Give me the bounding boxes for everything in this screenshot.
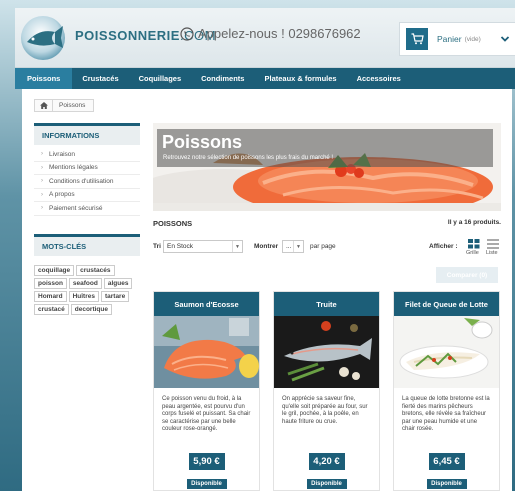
chevron-right-icon: ›: [41, 191, 43, 198]
banner-caption: Poissons Retrouvez notre sélection de po…: [157, 129, 493, 167]
phone-text: Appelez-nous ! 0298676962: [198, 26, 361, 41]
phone-contact: Appelez-nous ! 0298676962: [180, 26, 361, 41]
stock-badge: Disponible: [186, 479, 227, 489]
cart-label: Panier: [437, 34, 462, 44]
tag-homard[interactable]: Homard: [34, 291, 67, 302]
chevron-right-icon: ›: [41, 151, 43, 158]
product-card-truite[interactable]: Truite On apprécie sa saveur fine, qu'el…: [273, 291, 380, 491]
product-card-lotte[interactable]: Filet de Queue de Lotte La queue de lott…: [393, 291, 500, 491]
cart-icon-box: [406, 28, 428, 50]
nav-item-condiments[interactable]: Condiments: [191, 68, 254, 89]
category-banner: Poissons Retrouvez notre sélection de po…: [153, 123, 501, 211]
cart-icon: [411, 33, 424, 45]
chevron-right-icon: ›: [41, 205, 43, 212]
tag-crustaces[interactable]: crustacés: [76, 265, 115, 276]
nav-item-crustaces[interactable]: Crustacés: [72, 68, 128, 89]
brand-main: POISSONNERIE: [75, 28, 180, 43]
per-page-label: par page: [310, 243, 336, 250]
product-price: 4,20 €: [308, 453, 345, 470]
stock-badge: Disponible: [426, 479, 467, 489]
banner-title: Poissons: [162, 132, 243, 152]
product-price: 5,90 €: [188, 453, 225, 470]
info-link-label: Paiement sécurisé: [49, 204, 103, 212]
tags-block-title: MOTS-CLÉS: [34, 234, 140, 256]
show-value: ...: [286, 243, 292, 250]
breadcrumb: Poissons: [34, 99, 95, 112]
grid-view-icon[interactable]: [468, 239, 480, 249]
cart-empty: (vide): [464, 35, 481, 43]
info-link-paiement[interactable]: › Paiement sécurisé: [34, 202, 140, 216]
product-count: Il y a 16 produits.: [447, 219, 501, 226]
main-nav: Poissons Crustacés Coquillages Condiment…: [15, 68, 515, 89]
product-description: La queue de lotte bretonne est la fierté…: [402, 396, 490, 432]
info-link-conditions[interactable]: › Conditions d'utilisation: [34, 175, 140, 189]
content-panel: Poissons INFORMATIONS › Livraison › Mentio…: [22, 89, 512, 491]
banner-subtitle: Retrouvez notre sélection de poissons le…: [163, 155, 334, 161]
trout-product-image[interactable]: [274, 316, 379, 388]
tag-cloud: coquillage crustacés poisson seafood alg…: [34, 265, 142, 315]
tag-decortique[interactable]: decortique: [70, 304, 112, 315]
tag-crustace[interactable]: crustacé: [34, 304, 69, 315]
nav-item-coquillages[interactable]: Coquillages: [129, 68, 192, 89]
compare-button[interactable]: Comparer (0): [436, 267, 498, 283]
nav-item-plateaux[interactable]: Plateaux & formules: [254, 68, 346, 89]
nav-item-poissons[interactable]: Poissons: [15, 68, 73, 89]
monkfish-product-image[interactable]: [394, 316, 499, 388]
list-view-icon[interactable]: [487, 239, 499, 249]
product-title[interactable]: Saumon d'Ecosse: [154, 292, 259, 316]
breadcrumb-current: Poissons: [59, 102, 86, 109]
chevron-down-icon[interactable]: [500, 34, 510, 44]
list-view-label[interactable]: Liste: [486, 250, 498, 256]
chevron-right-icon: ›: [41, 178, 43, 185]
info-block-title: INFORMATIONS: [34, 123, 140, 145]
breadcrumb-home[interactable]: [35, 100, 53, 111]
product-description: Ce poisson venu du froid, à la peau arge…: [162, 396, 251, 432]
sort-label: Tri: [153, 243, 161, 250]
nav-item-accessoires[interactable]: Accessoires: [347, 68, 411, 89]
tag-seafood[interactable]: seafood: [68, 278, 102, 289]
tag-tartare[interactable]: tartare: [100, 291, 130, 302]
sort-bar: Tri En Stock ▼ Montrer ... ▼ par page Af…: [153, 239, 501, 256]
display-label: Afficher :: [429, 243, 458, 250]
tag-algues[interactable]: algues: [103, 278, 133, 289]
product-card-saumon[interactable]: Saumon d'Ecosse Ce poisson venu du froid…: [153, 291, 260, 491]
info-link-label: Conditions d'utilisation: [49, 177, 114, 185]
info-link-apropos[interactable]: › A propos: [34, 189, 140, 202]
info-link-label: Mentions légales: [49, 164, 98, 172]
grid-view-label[interactable]: Grille: [466, 250, 479, 256]
info-link-mentions[interactable]: › Mentions légales: [34, 162, 140, 175]
product-price: 6,45 €: [428, 453, 465, 470]
info-link-livraison[interactable]: › Livraison: [34, 148, 140, 162]
phone-icon: [180, 26, 194, 41]
tag-huitres[interactable]: Huîtres: [68, 291, 99, 302]
product-title[interactable]: Filet de Queue de Lotte: [394, 292, 499, 316]
fish-logo-icon[interactable]: [19, 14, 67, 62]
sort-value: En Stock: [167, 243, 194, 250]
site-header: POISSONNERIE.COM Appelez-nous ! 02986769…: [15, 8, 515, 68]
info-link-label: Livraison: [49, 150, 76, 158]
home-icon: [39, 102, 48, 109]
info-link-label: A propos: [49, 191, 75, 199]
chevron-down-icon: ▼: [293, 241, 303, 252]
chevron-down-icon: ▼: [232, 241, 242, 252]
info-list: › Livraison › Mentions légales › Conditions…: [34, 148, 140, 216]
tag-coquillage[interactable]: coquillage: [34, 265, 75, 276]
stock-badge: Disponible: [306, 479, 347, 489]
sort-select[interactable]: En Stock ▼: [163, 240, 243, 253]
show-select[interactable]: ... ▼: [282, 240, 304, 253]
cart-button[interactable]: Panier (vide): [399, 22, 515, 56]
product-description: On apprécie sa saveur fine, qu'elle soit…: [282, 396, 368, 425]
products-heading-text: POISSONS: [153, 219, 193, 228]
chevron-right-icon: ›: [41, 164, 43, 171]
show-label: Montrer: [254, 243, 279, 250]
tag-poisson[interactable]: poisson: [34, 278, 67, 289]
product-title[interactable]: Truite: [274, 292, 379, 316]
salmon-product-image[interactable]: [154, 316, 259, 388]
products-heading: POISSONS Il y a 16 produits.: [153, 219, 501, 228]
